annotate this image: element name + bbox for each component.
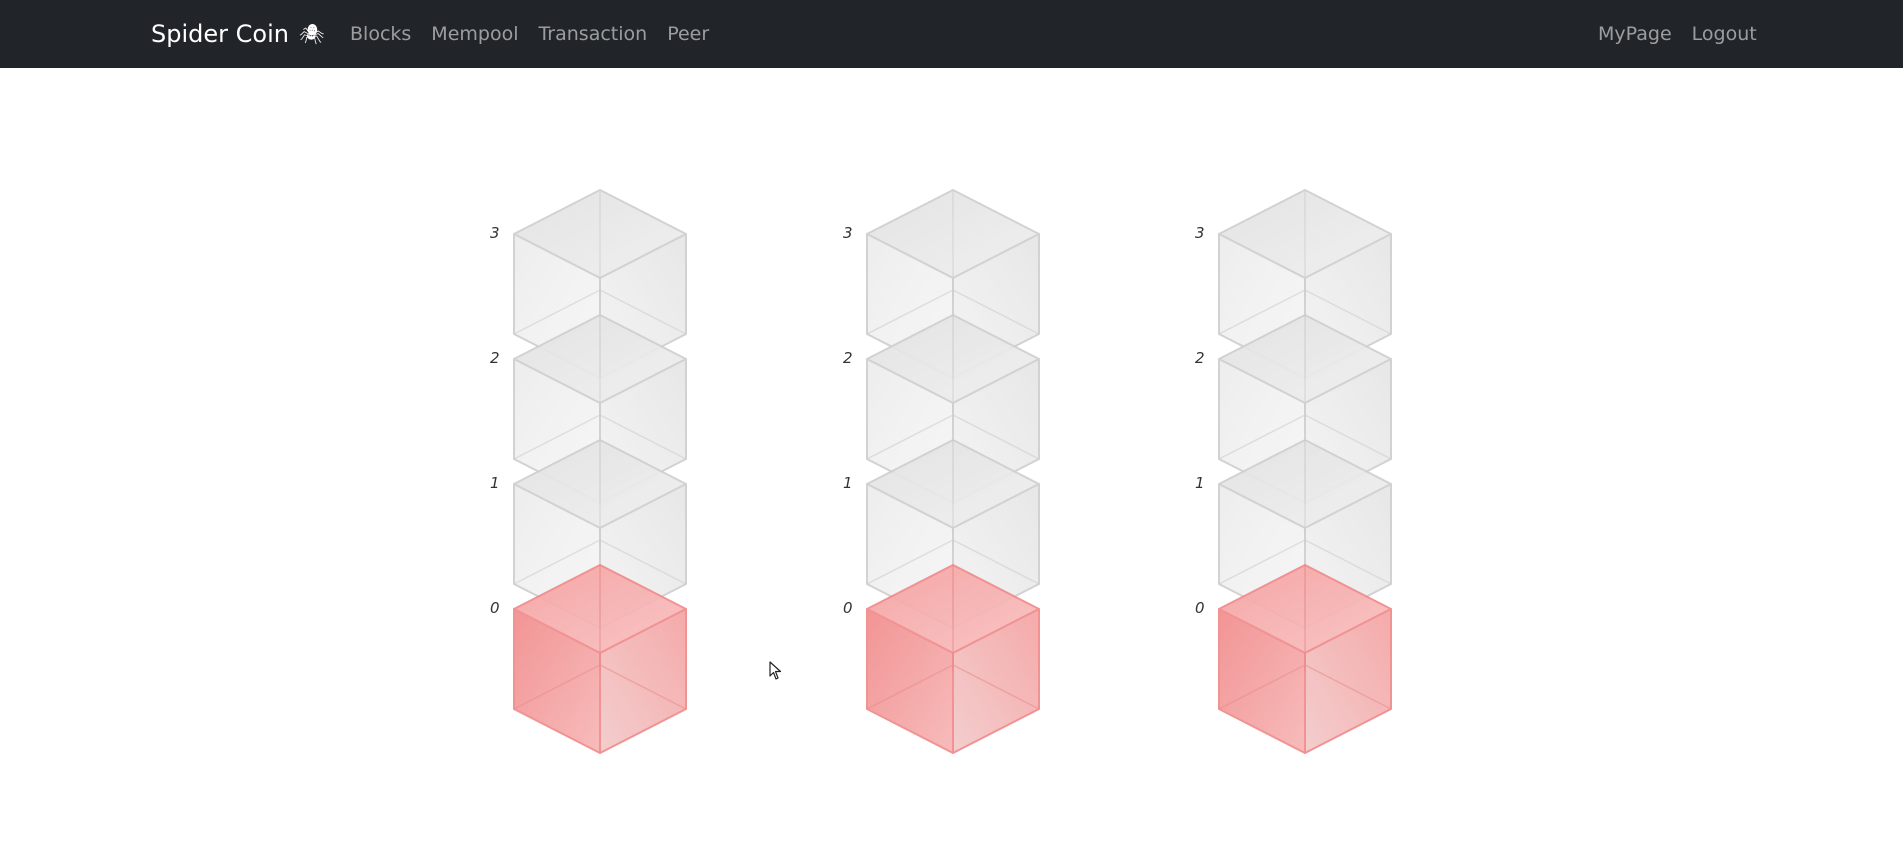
nav-link-blocks[interactable]: Blocks: [340, 23, 421, 45]
block-height-label: 2: [843, 349, 853, 367]
chain-column: 3 2 1 0: [843, 68, 1083, 858]
nav-link-transaction[interactable]: Transaction: [528, 23, 657, 45]
chain-column: 3 2 1 0: [1195, 68, 1435, 858]
block-height-label: 2: [1195, 349, 1205, 367]
brand-name: Spider Coin: [151, 20, 289, 48]
block-height-label: 0: [1195, 599, 1205, 617]
main-nav: Blocks Mempool Transaction Peer: [340, 0, 719, 68]
top-navbar: Spider Coin 🕷 Blocks Mempool Transaction…: [0, 0, 1903, 68]
mouse-cursor-icon: [769, 661, 783, 685]
block-height-label: 0: [843, 599, 853, 617]
block-height-label: 1: [1195, 474, 1205, 492]
block-height-label: 3: [490, 224, 500, 242]
block-height-label: 1: [490, 474, 500, 492]
brand-link[interactable]: Spider Coin 🕷: [151, 0, 324, 68]
nav-link-peer[interactable]: Peer: [657, 23, 719, 45]
block-height-label: 3: [843, 224, 853, 242]
block-height-label: 0: [490, 599, 500, 617]
spider-icon: 🕷: [298, 22, 325, 46]
mined-block-cube[interactable]: [510, 561, 690, 757]
block-height-label: 2: [490, 349, 500, 367]
mined-block-cube[interactable]: [1215, 561, 1395, 757]
user-nav: MyPage Logout: [1588, 0, 1767, 68]
chain-column: 3 2 1 0: [490, 68, 730, 858]
block-height-label: 3: [1195, 224, 1205, 242]
blockchain-visualization: 3 2 1 0 3 2 1 0 3 2 1 0: [0, 68, 1903, 858]
nav-link-mempool[interactable]: Mempool: [421, 23, 528, 45]
nav-link-logout[interactable]: Logout: [1682, 23, 1767, 45]
nav-link-mypage[interactable]: MyPage: [1588, 23, 1682, 45]
block-height-label: 1: [843, 474, 853, 492]
mined-block-cube[interactable]: [863, 561, 1043, 757]
